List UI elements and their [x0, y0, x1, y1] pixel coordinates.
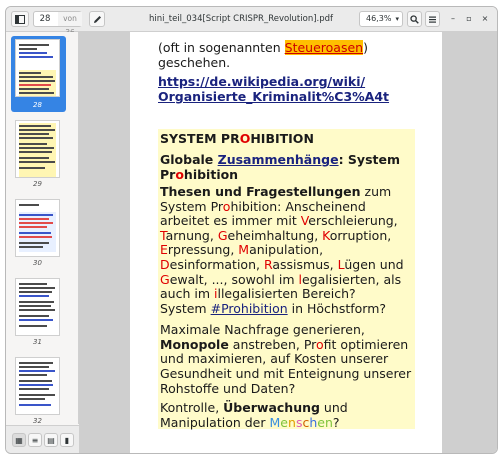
pencil-icon: [93, 16, 101, 23]
highlighted-box: SYSTEM PROHIBITION Globale Zusammenhänge…: [158, 129, 415, 430]
maximize-icon: ▫: [466, 14, 472, 23]
thumbnail-page-30[interactable]: [15, 199, 60, 257]
theses-paragraph: Thesen und Fragestellungen zum System Pr…: [160, 184, 404, 302]
bookmarks-icon: ▮: [64, 436, 70, 445]
sidebar-mode-bar: ▦ ≡ ▤ ▮: [6, 425, 79, 453]
close-button[interactable]: ×: [478, 13, 492, 25]
kontrolle-paragraph: Kontrolle, Überwachung und Manipulation d…: [160, 400, 348, 430]
pdf-page: (oft in sogenannten Steueroasen) gescheh…: [130, 32, 442, 453]
link-line[interactable]: Organisierte_Kriminalit%C3%A4t: [158, 89, 389, 104]
thumbnail-sidebar: 28 29 30 31 32: [6, 32, 79, 425]
annotate-button[interactable]: [89, 11, 105, 27]
document-view[interactable]: (oft in sogenannten Steueroasen) gescheh…: [79, 32, 497, 453]
thumbnails-mode-button[interactable]: ▦: [12, 433, 26, 447]
pdf-viewer-window: 28 von 36 hini_teil_034[Script CRISPR_Re…: [5, 6, 498, 454]
text-fragment: geschehen.: [158, 55, 231, 70]
page-count: von 36: [58, 12, 82, 37]
window-title: hini_teil_034[Script CRISPR_Revolution].…: [148, 14, 334, 24]
prohibition-hashtag-link[interactable]: #Prohibition: [211, 301, 288, 316]
box-heading: SYSTEM PROHIBITION: [160, 131, 314, 146]
text-fragment: (oft in sogenannten: [158, 40, 285, 55]
monopole-paragraph: Maximale Nachfrage generieren, Monopole a…: [160, 322, 412, 396]
thumbnail-label: 29: [33, 180, 42, 188]
thumbnail-label: 28: [33, 101, 42, 109]
header-bar: 28 von 36 hini_teil_034[Script CRISPR_Re…: [6, 7, 497, 37]
minimize-icon: –: [451, 14, 455, 23]
thumbnail-label: 32: [33, 417, 42, 425]
prohibition-paragraph: System #Prohibition in Höchstform?: [160, 301, 387, 316]
current-page[interactable]: 28: [34, 12, 56, 26]
thumbnail-label: 31: [33, 338, 42, 346]
annotations-mode-button[interactable]: ▤: [44, 433, 58, 447]
search-button[interactable]: [407, 11, 422, 27]
wikipedia-link[interactable]: https://de.wikipedia.org/wiki/ Organisie…: [158, 74, 389, 104]
box-subheading: Globale Zusammenhänge: System Prohibition: [160, 152, 400, 182]
chevron-down-icon: ▾: [395, 15, 399, 23]
zoom-value: 46,3%: [366, 14, 392, 23]
intro-text: (oft in sogenannten Steueroasen) gescheh…: [158, 40, 368, 70]
thumbnail-page-32[interactable]: [15, 357, 60, 415]
annotations-icon: ▤: [47, 436, 55, 445]
thumbnail-label: 30: [33, 259, 42, 267]
bookmarks-mode-button[interactable]: ▮: [60, 433, 74, 447]
search-icon: [410, 15, 419, 24]
zoom-select[interactable]: 46,3% ▾: [359, 11, 403, 27]
outline-mode-button[interactable]: ≡: [28, 433, 42, 447]
link-line[interactable]: https://de.wikipedia.org/wiki/: [158, 74, 365, 89]
close-icon: ×: [481, 14, 489, 23]
sidebar-toggle-button[interactable]: [11, 11, 29, 27]
maximize-button[interactable]: ▫: [462, 13, 476, 25]
steueroasen-link[interactable]: Steueroasen: [284, 40, 364, 55]
menu-button[interactable]: [425, 11, 440, 27]
zusammenhaenge-link[interactable]: Zusammenhänge: [218, 152, 339, 167]
thumbnail-page-28[interactable]: [15, 39, 60, 97]
sidebar-icon: [15, 15, 25, 24]
page-number-entry[interactable]: 28 von 36: [33, 11, 82, 37]
hamburger-icon: [429, 16, 436, 23]
outline-icon: ≡: [31, 436, 39, 445]
minimize-button[interactable]: –: [446, 13, 460, 25]
thumbnail-page-29[interactable]: [15, 120, 60, 178]
text-fragment: ): [363, 40, 368, 55]
thumbnail-page-31[interactable]: [15, 278, 60, 336]
thumbnails-icon: ▦: [15, 436, 23, 445]
